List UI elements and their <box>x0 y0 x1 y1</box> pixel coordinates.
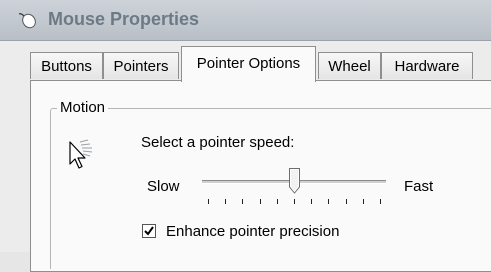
slider-tick <box>328 199 330 204</box>
slider-tick <box>345 199 347 204</box>
slider-tick <box>225 199 227 204</box>
tab-pointers[interactable]: Pointers <box>103 52 179 79</box>
pointer-speed-icon <box>69 139 93 169</box>
slow-label: Slow <box>147 178 180 195</box>
mouse-icon <box>18 13 36 29</box>
enhance-precision-label[interactable]: Enhance pointer precision <box>166 223 339 240</box>
tab-pointer-options[interactable]: Pointer Options <box>181 46 316 82</box>
slider-tick <box>276 199 278 204</box>
tab-buttons[interactable]: Buttons <box>30 52 103 79</box>
slider-tick <box>294 199 295 204</box>
enhance-precision-checkbox[interactable] <box>142 224 156 238</box>
motion-group-label: Motion <box>57 99 109 116</box>
tab-wheel[interactable]: Wheel <box>318 52 381 79</box>
slider-tick <box>380 199 381 204</box>
pointer-speed-prompt: Select a pointer speed: <box>141 134 295 151</box>
slider-ticks <box>208 199 381 204</box>
title-bar[interactable]: Mouse Properties <box>0 0 491 41</box>
fast-label: Fast <box>404 178 434 195</box>
tab-hardware[interactable]: Hardware <box>381 52 473 79</box>
slider-thumb[interactable] <box>289 168 300 194</box>
slider-tick <box>208 199 209 204</box>
slider-tick <box>311 199 313 204</box>
slider-tick <box>362 199 364 204</box>
pointer-speed-slider[interactable] <box>200 168 388 208</box>
slider-tick <box>259 199 261 204</box>
window-title: Mouse Properties <box>48 9 200 29</box>
checkmark-icon <box>144 226 154 236</box>
slider-tick <box>242 199 244 204</box>
